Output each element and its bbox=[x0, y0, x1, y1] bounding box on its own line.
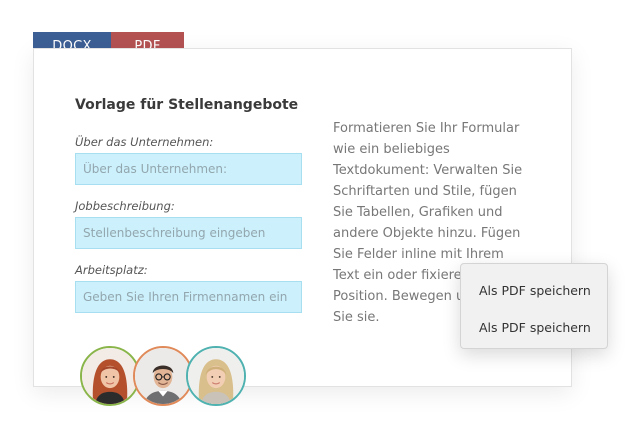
avatar-man-glasses-icon bbox=[133, 346, 193, 406]
avatar-group bbox=[80, 346, 250, 408]
field-label-job-description: Jobbeschreibung: bbox=[75, 199, 175, 213]
avatar-woman-blonde-icon bbox=[186, 346, 246, 406]
job-description-input[interactable] bbox=[75, 217, 302, 249]
field-label-company: Über das Unternehmen: bbox=[75, 135, 214, 149]
avatar-woman-red-hair-icon bbox=[80, 346, 140, 406]
workplace-input[interactable] bbox=[75, 281, 302, 313]
form-title: Vorlage für Stellenangebote bbox=[75, 97, 299, 113]
company-input[interactable] bbox=[75, 153, 302, 185]
save-as-pdf-menu-item[interactable]: Als PDF speichern bbox=[461, 272, 607, 309]
save-as-pdf-menu-item-2[interactable]: Als PDF speichern bbox=[461, 309, 607, 346]
context-menu: Als PDF speichern Als PDF speichern bbox=[460, 263, 608, 349]
field-label-workplace: Arbeitsplatz: bbox=[75, 263, 148, 277]
